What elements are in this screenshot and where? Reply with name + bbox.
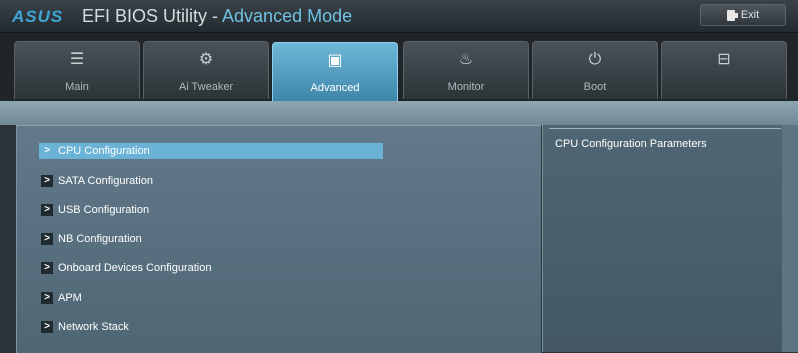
monitor-icon: ♨	[458, 49, 474, 68]
tool-icon: ⊟	[717, 49, 731, 68]
submenu-arrow-icon: >	[41, 233, 53, 245]
tab-tool[interactable]: ⊟	[661, 41, 787, 99]
menu-item-label: Onboard Devices Configuration	[58, 262, 212, 274]
submenu-arrow-icon: >	[44, 145, 50, 156]
tab-label: Main	[65, 81, 89, 93]
submenu-arrow-icon: >	[41, 292, 53, 304]
title-bar: ASUS EFI BIOS Utility - Advanced Mode Ex…	[0, 0, 798, 33]
exit-icon	[726, 9, 738, 21]
settings-panel: > CPU Configuration > SATA Configuration…	[16, 125, 541, 353]
tab-boot[interactable]: ⏻ Boot	[532, 41, 658, 99]
list-icon: ☰	[69, 49, 85, 68]
help-divider	[549, 128, 781, 129]
tab-label: Boot	[583, 81, 607, 93]
tab-main[interactable]: ☰ Main	[14, 41, 140, 99]
menu-item-label: Network Stack	[58, 321, 129, 333]
menu-item-sata-configuration[interactable]: > SATA Configuration	[39, 173, 383, 189]
tab-ai-tweaker[interactable]: ⚙ Ai Tweaker	[143, 41, 269, 99]
menu-item-cpu-configuration[interactable]: > CPU Configuration	[39, 143, 383, 159]
submenu-arrow-icon: >	[41, 175, 53, 187]
menu-item-nb-configuration[interactable]: > NB Configuration	[39, 231, 383, 247]
advanced-icon: ▣	[327, 50, 343, 69]
menu-item-label: USB Configuration	[58, 204, 150, 216]
submenu-arrow-icon: >	[41, 204, 53, 216]
help-panel: CPU Configuration Parameters	[542, 125, 783, 352]
exit-label: Exit	[740, 9, 760, 21]
menu-item-label: APM	[58, 292, 82, 304]
asus-logo: ASUS	[12, 7, 63, 26]
submenu-arrow-icon: >	[41, 321, 53, 333]
tab-label: Advanced	[310, 82, 360, 94]
menu-item-usb-configuration[interactable]: > USB Configuration	[39, 202, 383, 218]
tab-advanced[interactable]: ▣ Advanced	[272, 42, 398, 102]
sub-header-strip	[0, 101, 798, 125]
tab-monitor[interactable]: ♨ Monitor	[403, 41, 529, 99]
menu-item-apm[interactable]: > APM	[39, 290, 383, 306]
title-mode: Advanced Mode	[222, 6, 353, 26]
help-text: CPU Configuration Parameters	[555, 138, 707, 150]
menu-item-label: NB Configuration	[58, 233, 142, 245]
scrollbar-track[interactable]	[782, 125, 798, 352]
menu-item-label: SATA Configuration	[58, 175, 153, 187]
tab-label: Monitor	[447, 81, 485, 93]
exit-button[interactable]: Exit	[700, 4, 786, 26]
menu-item-onboard-devices-configuration[interactable]: > Onboard Devices Configuration	[39, 260, 383, 276]
tab-bar: ☰ Main ⚙ Ai Tweaker ▣ Advanced ♨ Monitor…	[0, 33, 798, 102]
ai-tweaker-icon: ⚙	[198, 49, 214, 68]
submenu-arrow-icon: >	[41, 262, 53, 274]
tab-label: Ai Tweaker	[178, 81, 234, 93]
window-title: EFI BIOS Utility - Advanced Mode	[82, 6, 352, 27]
power-icon: ⏻	[588, 49, 602, 68]
svg-text:ASUS: ASUS	[12, 7, 63, 26]
title-app: EFI BIOS Utility	[82, 6, 208, 26]
menu-item-label: CPU Configuration	[58, 145, 150, 157]
menu-item-network-stack[interactable]: > Network Stack	[39, 319, 383, 335]
title-separator: -	[207, 6, 223, 26]
